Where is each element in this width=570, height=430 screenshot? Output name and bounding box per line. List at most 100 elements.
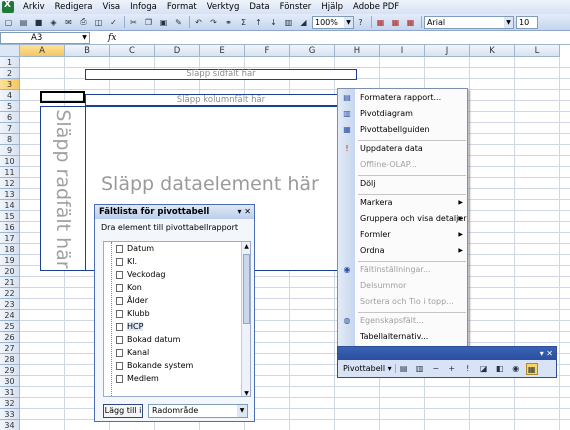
format-report-icon[interactable]: ▤ bbox=[398, 363, 410, 375]
chevron-down-icon[interactable]: ▼ bbox=[80, 33, 89, 43]
show-field-list-icon[interactable]: ▦ bbox=[525, 362, 538, 375]
field-item[interactable]: Klubb bbox=[104, 307, 250, 320]
pdf-mail-icon[interactable]: ▦ bbox=[389, 16, 402, 29]
print-icon[interactable]: ⎙ bbox=[77, 16, 90, 29]
row-header[interactable]: 25 bbox=[0, 321, 20, 332]
chevron-down-icon[interactable]: ▼ bbox=[344, 16, 353, 28]
zoom-select[interactable]: 100% ▼ bbox=[312, 15, 354, 29]
close-icon[interactable]: ✕ bbox=[546, 349, 553, 358]
field-item[interactable]: Bokad datum bbox=[104, 333, 250, 346]
row-header[interactable]: 9 bbox=[0, 145, 20, 156]
redo-icon[interactable]: ↷ bbox=[207, 16, 220, 29]
field-item[interactable]: Veckodag bbox=[104, 268, 250, 281]
field-item[interactable]: Bokande system bbox=[104, 359, 250, 372]
context-menu-item[interactable]: Offline-OLAP... bbox=[338, 158, 469, 172]
undo-icon[interactable]: ↶ bbox=[192, 16, 205, 29]
context-menu-item[interactable]: Tabellalternativ... bbox=[338, 330, 469, 344]
row-header[interactable]: 17 bbox=[0, 233, 20, 244]
row-header[interactable]: 6 bbox=[0, 112, 20, 123]
pdf-convert-icon[interactable]: ▦ bbox=[374, 16, 387, 29]
menu-adobe-pdf[interactable]: Adobe PDF bbox=[348, 0, 404, 14]
row-header[interactable]: 22 bbox=[0, 288, 20, 299]
scroll-up-icon[interactable]: ▲ bbox=[242, 242, 250, 251]
row-header[interactable]: 24 bbox=[0, 310, 20, 321]
row-header[interactable]: 27 bbox=[0, 343, 20, 354]
row-header[interactable]: 34 bbox=[0, 420, 20, 430]
drawing-icon[interactable]: ◢ bbox=[297, 16, 310, 29]
add-to-button[interactable]: Lägg till i bbox=[103, 404, 143, 418]
font-select[interactable]: Arial ▼ bbox=[424, 15, 514, 29]
pivot-row-drop-zone[interactable]: Släpp radfält här bbox=[40, 106, 85, 271]
excel-app-icon[interactable] bbox=[2, 0, 14, 13]
chart-icon[interactable]: ▥ bbox=[414, 363, 426, 375]
field-item[interactable]: Kl. bbox=[104, 255, 250, 268]
field-item[interactable]: Kanal bbox=[104, 346, 250, 359]
row-header[interactable]: 12 bbox=[0, 178, 20, 189]
row-header[interactable]: 32 bbox=[0, 398, 20, 409]
row-header[interactable]: 8 bbox=[0, 134, 20, 145]
row-header[interactable]: 16 bbox=[0, 222, 20, 233]
row-header[interactable]: 26 bbox=[0, 332, 20, 343]
context-menu-item[interactable]: Formler ▶ bbox=[338, 228, 469, 242]
hyperlink-icon[interactable]: ⚭ bbox=[222, 16, 235, 29]
row-header[interactable]: 13 bbox=[0, 189, 20, 200]
copy-icon[interactable]: ❐ bbox=[142, 16, 155, 29]
column-header[interactable]: I bbox=[380, 45, 425, 57]
mail-icon[interactable]: ✉ bbox=[62, 16, 75, 29]
row-header[interactable]: 2 bbox=[0, 68, 20, 79]
row-header[interactable]: 14 bbox=[0, 200, 20, 211]
field-item[interactable]: Medlem bbox=[104, 372, 250, 385]
context-menu-item[interactable]: Gruppera och visa detaljer ▶ bbox=[338, 212, 469, 226]
field-settings-icon[interactable]: ◉ bbox=[510, 363, 522, 375]
column-header[interactable]: L bbox=[515, 45, 560, 57]
menu-fonster[interactable]: Fönster bbox=[275, 0, 317, 14]
field-list-titlebar[interactable]: Fältlista för pivottabell ▾ ✕ bbox=[95, 205, 254, 219]
pivot-page-drop-zone[interactable]: Släpp sidfält här bbox=[85, 69, 357, 80]
context-menu-item[interactable]: ▥ Pivotdiagram bbox=[338, 107, 469, 121]
paste-icon[interactable]: ▣ bbox=[157, 16, 170, 29]
row-header[interactable]: 33 bbox=[0, 409, 20, 420]
menu-redigera[interactable]: Redigera bbox=[50, 0, 98, 14]
field-item[interactable]: Ålder bbox=[104, 294, 250, 307]
column-header[interactable]: J bbox=[425, 45, 470, 57]
row-header[interactable]: 30 bbox=[0, 376, 20, 387]
field-item[interactable]: Kon bbox=[104, 281, 250, 294]
menu-infoga[interactable]: Infoga bbox=[125, 0, 162, 14]
always-display-icon[interactable]: ◧ bbox=[494, 363, 506, 375]
row-header[interactable]: 28 bbox=[0, 354, 20, 365]
scroll-thumb[interactable] bbox=[243, 254, 250, 324]
row-header[interactable]: 15 bbox=[0, 211, 20, 222]
close-icon[interactable]: ✕ bbox=[244, 207, 251, 216]
active-cell[interactable] bbox=[40, 91, 85, 103]
pivot-toolbar-titlebar[interactable]: ▾ ✕ bbox=[338, 347, 556, 360]
menu-hjalp[interactable]: Hjälp bbox=[316, 0, 348, 14]
column-header[interactable]: D bbox=[155, 45, 200, 57]
field-item[interactable]: Datum bbox=[104, 242, 250, 255]
row-header[interactable]: 19 bbox=[0, 255, 20, 266]
column-header[interactable]: E bbox=[200, 45, 245, 57]
new-icon[interactable]: ▢ bbox=[2, 16, 15, 29]
sort-ascending-icon[interactable]: ↑ bbox=[252, 16, 265, 29]
permission-icon[interactable]: ◈ bbox=[47, 16, 60, 29]
include-hidden-icon[interactable]: ◪ bbox=[478, 363, 490, 375]
row-header[interactable]: 3 bbox=[0, 79, 20, 90]
context-menu-item[interactable]: ◍ Egenskapsfält... bbox=[338, 314, 469, 328]
column-header[interactable]: B bbox=[65, 45, 110, 57]
hide-detail-icon[interactable]: − bbox=[430, 363, 442, 375]
row-header[interactable]: 1 bbox=[0, 57, 20, 68]
menu-data[interactable]: Data bbox=[244, 0, 274, 14]
save-icon[interactable]: ■ bbox=[32, 16, 45, 29]
context-menu-item[interactable]: ◉ Fältinställningar... bbox=[338, 263, 469, 277]
row-header[interactable]: 29 bbox=[0, 365, 20, 376]
pdf-review-icon[interactable]: ▦ bbox=[404, 16, 417, 29]
field-item[interactable]: HCP bbox=[104, 320, 250, 333]
row-header[interactable]: 23 bbox=[0, 299, 20, 310]
context-menu-item[interactable]: ! Uppdatera data bbox=[338, 142, 469, 156]
row-header[interactable]: 4 bbox=[0, 90, 20, 101]
help-icon[interactable]: ? bbox=[354, 16, 367, 29]
spelling-icon[interactable]: ✓ bbox=[107, 16, 120, 29]
chevron-down-icon[interactable]: ▼ bbox=[504, 16, 513, 28]
context-menu-item[interactable]: Ordna ▶ bbox=[338, 244, 469, 258]
context-menu-item[interactable]: Sortera och Tio i topp... bbox=[338, 295, 469, 309]
column-header[interactable]: A bbox=[20, 45, 65, 57]
